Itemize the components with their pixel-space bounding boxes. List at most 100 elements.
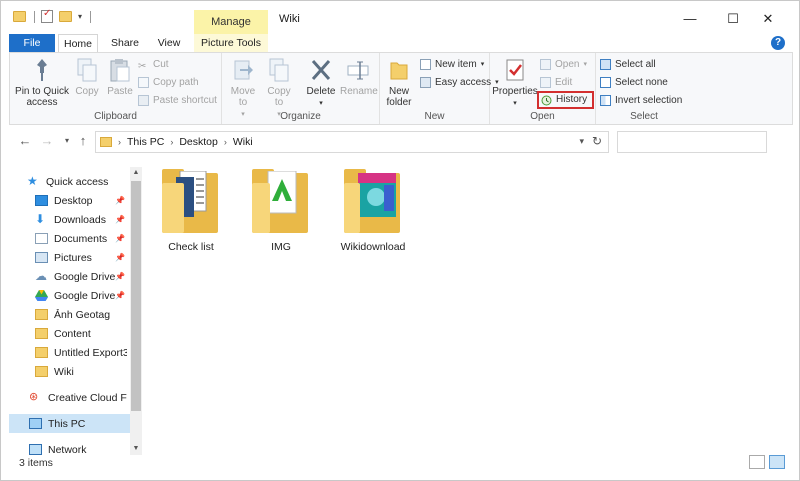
properties-button[interactable]: Properties ▾ — [492, 57, 538, 109]
folder-icon — [35, 309, 48, 320]
back-arrow-icon[interactable]: ← — [17, 133, 33, 148]
nav-item-documents[interactable]: Documents 📌 — [35, 229, 127, 248]
up-arrow-icon[interactable]: ↑ — [75, 133, 91, 148]
tab-home[interactable]: Home — [58, 34, 98, 53]
nav-item-google-drive[interactable]: ☁ Google Drive 📌 — [35, 267, 127, 286]
pin-icon: 📌 — [115, 253, 125, 262]
nav-item-desktop[interactable]: Desktop 📌 — [35, 191, 127, 210]
file-item-wikidownload[interactable]: Wikidownload — [333, 169, 413, 253]
copy-to-label: Copy to — [267, 86, 291, 108]
help-icon[interactable]: ? — [771, 36, 785, 50]
delete-button[interactable]: Delete ▾ — [304, 57, 338, 109]
file-item-img[interactable]: IMG — [241, 169, 321, 253]
paste-shortcut-button[interactable]: Paste shortcut — [138, 93, 217, 108]
paste-shortcut-label: Paste shortcut — [153, 95, 217, 106]
pin-icon: 📌 — [115, 215, 125, 224]
nav-this-pc[interactable]: This PC — [9, 414, 130, 433]
open-group-label: Open — [530, 111, 555, 122]
cut-button[interactable]: ✂ Cut — [138, 57, 169, 72]
copy-icon — [75, 57, 99, 83]
maximize-button[interactable]: ☐ — [718, 9, 748, 29]
network-icon — [29, 444, 42, 455]
large-icons-view-icon[interactable] — [769, 455, 785, 469]
invert-selection-icon — [600, 95, 611, 106]
chevron-right-icon[interactable]: › — [170, 137, 173, 147]
copy-path-button[interactable]: Copy path — [138, 75, 199, 90]
nav-item-google-drive-2[interactable]: Google Drive 📌 — [35, 286, 127, 305]
chevron-right-icon[interactable]: › — [224, 137, 227, 147]
select-none-button[interactable]: Select none — [600, 75, 668, 90]
refresh-icon[interactable]: ↻ — [592, 134, 602, 148]
invert-selection-button[interactable]: Invert selection — [600, 93, 682, 108]
nav-item-untitled-export3[interactable]: Untitled Export3 — [35, 343, 127, 362]
new-item-button[interactable]: New item ▾ — [420, 57, 484, 72]
breadcrumb-this-pc[interactable]: This PC — [127, 136, 164, 148]
easy-access-button[interactable]: Easy access ▾ — [420, 75, 499, 90]
close-button[interactable]: ✕ — [753, 9, 783, 29]
breadcrumb-desktop[interactable]: Desktop — [179, 136, 218, 148]
folder-icon — [35, 328, 48, 339]
invert-selection-label: Invert selection — [615, 95, 683, 106]
select-group: Select all Select none Invert selection … — [596, 53, 692, 124]
copy-button[interactable]: Copy — [72, 57, 102, 97]
new-folder-button[interactable]: New folder — [382, 57, 416, 108]
address-bar[interactable]: › This PC › Desktop › Wiki ▾ ↻ — [95, 131, 609, 153]
address-dropdown-icon[interactable]: ▾ — [579, 136, 584, 147]
manage-contextual-tab[interactable]: Manage — [194, 10, 268, 34]
download-icon: ⬇ — [35, 212, 46, 226]
details-view-icon[interactable] — [749, 455, 765, 469]
rename-button[interactable]: Rename — [340, 57, 378, 97]
breadcrumb-wiki[interactable]: Wiki — [233, 136, 253, 148]
nav-item-downloads[interactable]: ⬇ Downloads 📌 — [35, 210, 127, 229]
nav-item-wiki[interactable]: Wiki — [35, 362, 127, 381]
history-label: History — [556, 94, 588, 105]
history-button[interactable]: History — [537, 91, 595, 109]
nav-item-anh-geotag[interactable]: Ảnh Geotag — [35, 305, 127, 324]
search-input[interactable] — [617, 131, 767, 153]
customize-qat-dropdown-icon[interactable]: ▾ — [78, 12, 82, 21]
scrollbar-thumb[interactable] — [131, 181, 141, 411]
paste-button[interactable]: Paste — [105, 57, 135, 97]
pin-icon: 📌 — [115, 291, 125, 300]
chevron-down-icon: ▾ — [480, 61, 485, 68]
window-title: Wiki — [279, 13, 300, 25]
history-icon — [541, 95, 552, 106]
organize-group: Move to ▾ Copy to ▾ Delete ▾ Rename Orga… — [222, 53, 380, 124]
tab-file[interactable]: File — [9, 34, 55, 53]
edit-button[interactable]: Edit — [540, 75, 572, 90]
nav-quick-access[interactable]: ★ Quick access — [27, 172, 127, 191]
cut-label: Cut — [153, 59, 169, 70]
select-all-button[interactable]: Select all — [600, 57, 656, 72]
creative-cloud-icon: ⊛ — [29, 391, 39, 403]
edit-label: Edit — [555, 77, 573, 88]
new-folder-icon[interactable] — [59, 11, 72, 22]
tab-picture-tools[interactable]: Picture Tools — [194, 34, 268, 53]
minimize-button[interactable]: — — [675, 9, 705, 29]
copy-path-icon — [138, 77, 149, 88]
nav-creative-cloud[interactable]: ⊛ Creative Cloud Fil — [29, 388, 127, 407]
open-button[interactable]: Open ▾ — [540, 57, 587, 72]
nav-item-content[interactable]: Content — [35, 324, 127, 343]
pin-icon: 📌 — [115, 234, 125, 243]
pin-to-quick-access-button[interactable]: Pin to Quick access — [14, 57, 70, 108]
nav-item-label: Ảnh Geotag — [54, 308, 111, 321]
tab-view[interactable]: View — [151, 34, 187, 53]
recent-locations-chevron-icon[interactable]: ▾ — [59, 136, 75, 145]
properties-icon[interactable] — [41, 8, 53, 23]
file-name: Check list — [168, 241, 214, 253]
select-all-label: Select all — [615, 59, 656, 70]
copy-path-label: Copy path — [153, 77, 199, 88]
navigation-pane: ★ Quick access Desktop 📌 ⬇ Downloads 📌 D… — [9, 167, 142, 456]
tab-share[interactable]: Share — [105, 34, 145, 53]
paste-icon — [108, 57, 132, 83]
file-item-check-list[interactable]: Check list — [151, 169, 231, 253]
nav-this-pc-label: This PC — [48, 417, 86, 430]
nav-item-pictures[interactable]: Pictures 📌 — [35, 248, 127, 267]
folder-icon[interactable] — [13, 11, 26, 22]
forward-arrow-icon[interactable]: → — [39, 133, 55, 148]
pictures-icon — [35, 252, 48, 263]
nav-item-label: Google Drive — [54, 289, 116, 302]
properties-label: Properties — [492, 86, 538, 97]
ribbon-tabs: File Home Share View Picture Tools — [1, 34, 799, 53]
select-all-icon — [600, 59, 611, 70]
